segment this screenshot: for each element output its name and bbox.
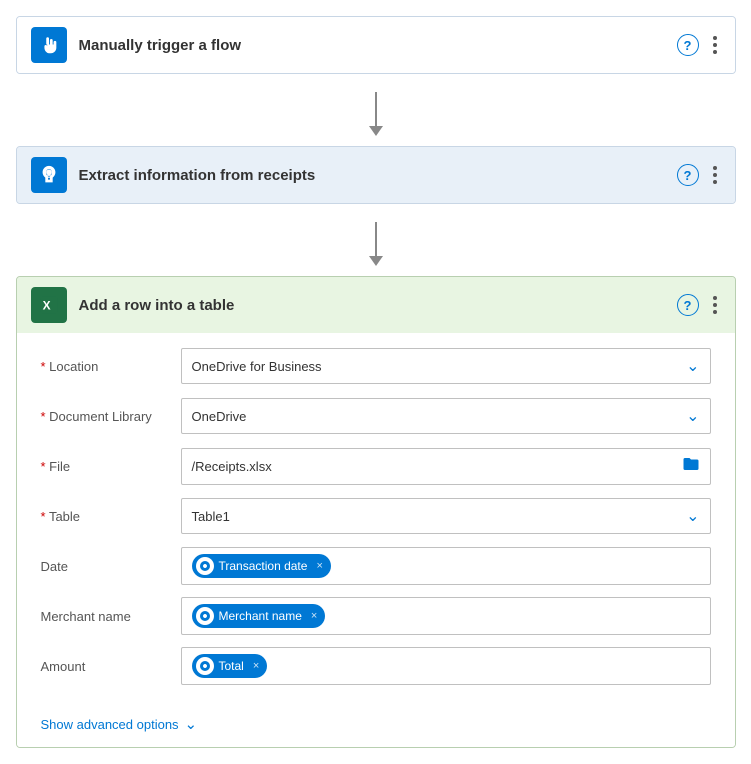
- step-manual-trigger: Manually trigger a flow ?: [16, 16, 736, 74]
- file-value: /Receipts.xlsx: [192, 459, 272, 474]
- addrow-more-icon[interactable]: [709, 292, 721, 318]
- date-token-text: Transaction date: [219, 559, 308, 573]
- merchant-token-icon: [196, 607, 214, 625]
- field-row-location: Location OneDrive for Business ⌄: [41, 347, 711, 385]
- addrow-actions: ?: [677, 292, 721, 318]
- merchant-name-input[interactable]: Merchant name ×: [181, 597, 711, 635]
- manual-trigger-title: Manually trigger a flow: [79, 37, 677, 54]
- field-row-amount: Amount Total ×: [41, 647, 711, 685]
- addrow-body: Location OneDrive for Business ⌄ Documen…: [17, 333, 735, 705]
- arrow-connector-2: [375, 222, 377, 258]
- extract-more-icon[interactable]: [709, 162, 721, 188]
- location-value: OneDrive for Business: [192, 359, 322, 374]
- amount-token-chip: Total ×: [192, 654, 268, 678]
- extract-actions: ?: [677, 162, 721, 188]
- table-chevron-icon: ⌄: [686, 506, 699, 526]
- amount-token-text: Total: [219, 659, 244, 673]
- amount-input[interactable]: Total ×: [181, 647, 711, 685]
- doc-library-value: OneDrive: [192, 409, 247, 424]
- extract-title: Extract information from receipts: [79, 167, 677, 184]
- field-row-merchant-name: Merchant name Merchant name ×: [41, 597, 711, 635]
- addrow-icon-box: X: [31, 287, 67, 323]
- arrow-connector-1: [375, 92, 377, 128]
- doc-library-label: Document Library: [41, 409, 181, 424]
- excel-icon: X: [38, 294, 60, 316]
- merchant-name-token-text: Merchant name: [219, 609, 302, 623]
- ai-icon: [38, 164, 60, 186]
- date-token-close-icon[interactable]: ×: [316, 560, 322, 572]
- file-label: File: [41, 459, 181, 474]
- amount-token-icon: [196, 657, 214, 675]
- manual-trigger-actions: ?: [677, 32, 721, 58]
- location-input[interactable]: OneDrive for Business ⌄: [181, 348, 711, 384]
- merchant-name-token-chip: Merchant name ×: [192, 604, 326, 628]
- manual-trigger-more-icon[interactable]: [709, 32, 721, 58]
- date-token-chip: Transaction date ×: [192, 554, 331, 578]
- manual-trigger-icon-box: [31, 27, 67, 63]
- advanced-options-label: Show advanced options: [41, 717, 179, 732]
- manual-trigger-help-icon[interactable]: ?: [677, 34, 699, 56]
- advanced-options[interactable]: Show advanced options ⌄: [17, 705, 735, 747]
- field-row-document-library: Document Library OneDrive ⌄: [41, 397, 711, 435]
- table-label: Table: [41, 509, 181, 524]
- step-extract-receipts: Extract information from receipts ?: [16, 146, 736, 204]
- amount-token-close-icon[interactable]: ×: [253, 660, 259, 672]
- svg-text:X: X: [42, 299, 50, 313]
- step-extract-header: Extract information from receipts ?: [17, 147, 735, 203]
- flow-container: Manually trigger a flow ? Extract inform…: [0, 0, 751, 764]
- table-value: Table1: [192, 509, 230, 524]
- doc-library-chevron-icon: ⌄: [686, 406, 699, 426]
- merchant-token-close-icon[interactable]: ×: [311, 610, 317, 622]
- date-token-icon: [196, 557, 214, 575]
- table-input[interactable]: Table1 ⌄: [181, 498, 711, 534]
- date-label: Date: [41, 559, 181, 574]
- file-folder-icon: [682, 455, 700, 478]
- step-addrow-header: X Add a row into a table ?: [17, 277, 735, 333]
- addrow-title: Add a row into a table: [79, 297, 677, 314]
- advanced-options-chevron-icon: ⌄: [185, 715, 198, 733]
- doc-library-input[interactable]: OneDrive ⌄: [181, 398, 711, 434]
- merchant-name-label: Merchant name: [41, 609, 181, 624]
- amount-label: Amount: [41, 659, 181, 674]
- extract-icon-box: [31, 157, 67, 193]
- extract-help-icon[interactable]: ?: [677, 164, 699, 186]
- date-input[interactable]: Transaction date ×: [181, 547, 711, 585]
- field-row-table: Table Table1 ⌄: [41, 497, 711, 535]
- field-row-file: File /Receipts.xlsx: [41, 447, 711, 485]
- file-input[interactable]: /Receipts.xlsx: [181, 448, 711, 485]
- field-row-date: Date Transaction date ×: [41, 547, 711, 585]
- addrow-help-icon[interactable]: ?: [677, 294, 699, 316]
- step-manual-trigger-header: Manually trigger a flow ?: [17, 17, 735, 73]
- location-label: Location: [41, 359, 181, 374]
- location-chevron-icon: ⌄: [686, 356, 699, 376]
- hand-icon: [38, 34, 60, 56]
- step-add-row: X Add a row into a table ? Location OneD…: [16, 276, 736, 748]
